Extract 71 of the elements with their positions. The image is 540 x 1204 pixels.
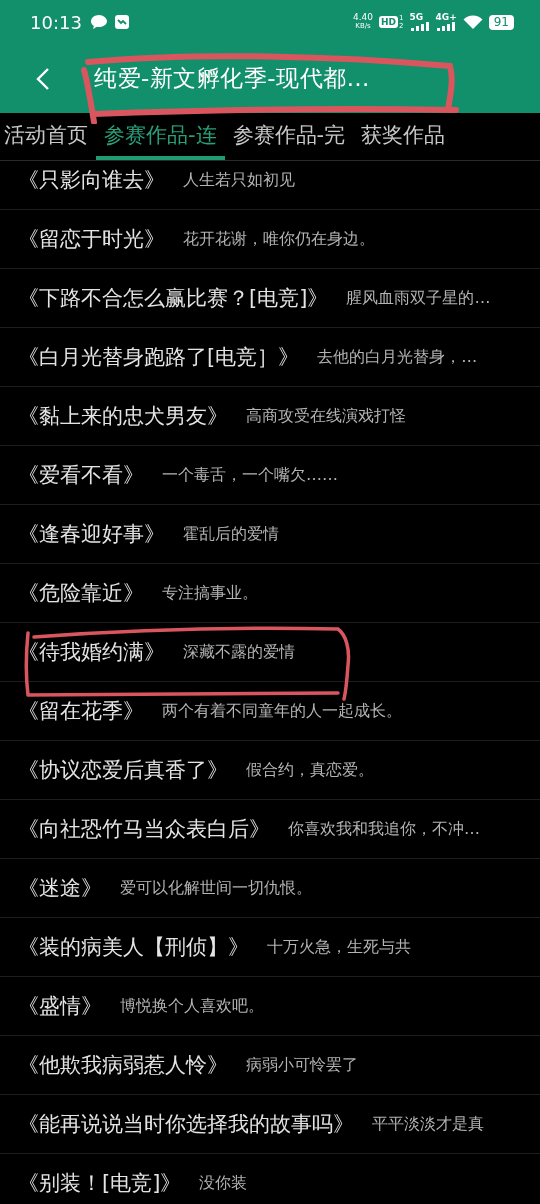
list-item[interactable]: 《迷途》 爱可以化解世间一切仇恨。 xyxy=(0,859,540,918)
work-description: 博悦换个人喜欢吧。 xyxy=(120,995,264,1017)
hd-badge: HD xyxy=(379,16,399,28)
work-description: 没你装 xyxy=(199,1172,248,1194)
page-title: 纯爱-新文孵化季-现代都… xyxy=(94,64,371,93)
chat-bubble-icon xyxy=(89,14,108,30)
work-description: 深藏不露的爱情 xyxy=(183,641,295,663)
network-type: 5G xyxy=(409,13,424,22)
work-description: 你喜欢我和我追你，不冲… xyxy=(288,818,480,840)
list-item[interactable]: 《只影向谁去》 人生若只如初见 xyxy=(0,161,540,210)
work-title: 《危险靠近》 xyxy=(18,580,144,607)
work-description: 花开花谢，唯你仍在身边。 xyxy=(183,228,375,250)
work-title: 《能再说说当时你选择我的故事吗》 xyxy=(18,1111,354,1138)
list-item[interactable]: 《待我婚约满》 深藏不露的爱情 xyxy=(0,623,540,682)
tab[interactable]: 活动首页 xyxy=(0,113,96,160)
work-description: 专注搞事业。 xyxy=(162,582,258,604)
list-item[interactable]: 《盛情》 博悦换个人喜欢吧。 xyxy=(0,977,540,1036)
work-title: 《只影向谁去》 xyxy=(18,167,165,194)
work-title: 《向社恐竹马当众表白后》 xyxy=(18,816,270,843)
work-title: 《别装！[电竞]》 xyxy=(18,1170,182,1197)
work-description: 假合约，真恋爱。 xyxy=(246,759,374,781)
work-description: 十万火急，生死与共 xyxy=(267,936,411,958)
work-title: 《留在花季》 xyxy=(18,698,144,725)
list-item[interactable]: 《白月光替身跑路了[电竞］》 去他的白月光替身，… xyxy=(0,328,540,387)
tab[interactable]: 参赛作品-连 xyxy=(96,113,225,160)
list-item[interactable]: 《协议恋爱后真香了》 假合约，真恋爱。 xyxy=(0,741,540,800)
work-title: 《协议恋爱后真香了》 xyxy=(18,757,228,784)
wifi-icon xyxy=(462,14,483,30)
clock-time: 10:13 xyxy=(30,11,82,33)
list-item[interactable]: 《爱看不看》 一个毒舌，一个嘴欠…… xyxy=(0,446,540,505)
tab[interactable]: 获奖作品 xyxy=(353,113,454,160)
list-item[interactable]: 《他欺我病弱惹人怜》 病弱小可怜罢了 xyxy=(0,1036,540,1095)
work-title: 《装的病美人【刑侦】》 xyxy=(18,934,249,961)
work-description: 平平淡淡才是真 xyxy=(372,1113,484,1135)
work-title: 《盛情》 xyxy=(18,993,102,1020)
list-item[interactable]: 《留恋于时光》 花开花谢，唯你仍在身边。 xyxy=(0,210,540,269)
work-description: 两个有着不同童年的人一起成长。 xyxy=(162,700,402,722)
work-title: 《迷途》 xyxy=(18,875,102,902)
work-description: 腥风血雨双子星的… xyxy=(346,287,491,309)
list-item[interactable]: 《留在花季》 两个有着不同童年的人一起成长。 xyxy=(0,682,540,741)
list-item[interactable]: 《逢春迎好事》 霍乱后的爱情 xyxy=(0,505,540,564)
app-notification-icon xyxy=(113,14,130,30)
signal-bars-icon xyxy=(409,22,430,31)
work-title: 《白月光替身跑路了[电竞］》 xyxy=(18,344,300,371)
work-title: 《留恋于时光》 xyxy=(18,226,165,253)
work-title: 《逢春迎好事》 xyxy=(18,521,165,548)
work-title: 《爱看不看》 xyxy=(18,462,144,489)
work-description: 去他的白月光替身，… xyxy=(317,346,478,368)
battery-level: 91 xyxy=(493,15,509,29)
list-item[interactable]: 《向社恐竹马当众表白后》 你喜欢我和我追你，不冲… xyxy=(0,800,540,859)
work-description: 高商攻受在线演戏打怪 xyxy=(246,405,406,427)
work-description: 病弱小可怜罢了 xyxy=(246,1054,358,1076)
signal-bars-icon xyxy=(435,22,456,31)
work-title: 《下路不合怎么赢比赛？[电竞]》 xyxy=(18,285,329,312)
list-item[interactable]: 《别装！[电竞]》 没你装 xyxy=(0,1154,540,1204)
work-title: 《黏上来的忠犬男友》 xyxy=(18,403,228,430)
network-speed: 4.40 xyxy=(353,13,374,22)
work-description: 一个毒舌，一个嘴欠…… xyxy=(162,464,338,486)
work-title: 《待我婚约满》 xyxy=(18,639,165,666)
list-item[interactable]: 《能再说说当时你选择我的故事吗》 平平淡淡才是真 xyxy=(0,1095,540,1154)
work-title: 《他欺我病弱惹人怜》 xyxy=(18,1052,228,1079)
work-description: 人生若只如初见 xyxy=(183,169,295,191)
list-item[interactable]: 《装的病美人【刑侦】》 十万火急，生死与共 xyxy=(0,918,540,977)
network-type: 4G+ xyxy=(435,13,457,22)
list-item[interactable]: 《危险靠近》 专注搞事业。 xyxy=(0,564,540,623)
tab[interactable]: 参赛作品-完 xyxy=(224,113,354,160)
list-item[interactable]: 《黏上来的忠犬男友》 高商攻受在线演戏打怪 xyxy=(0,387,540,446)
work-description: 爱可以化解世间一切仇恨。 xyxy=(120,877,312,899)
list-item[interactable]: 《下路不合怎么赢比赛？[电竞]》 腥风血雨双子星的… xyxy=(0,269,540,328)
work-description: 霍乱后的爱情 xyxy=(183,523,279,545)
back-button[interactable] xyxy=(36,66,50,91)
